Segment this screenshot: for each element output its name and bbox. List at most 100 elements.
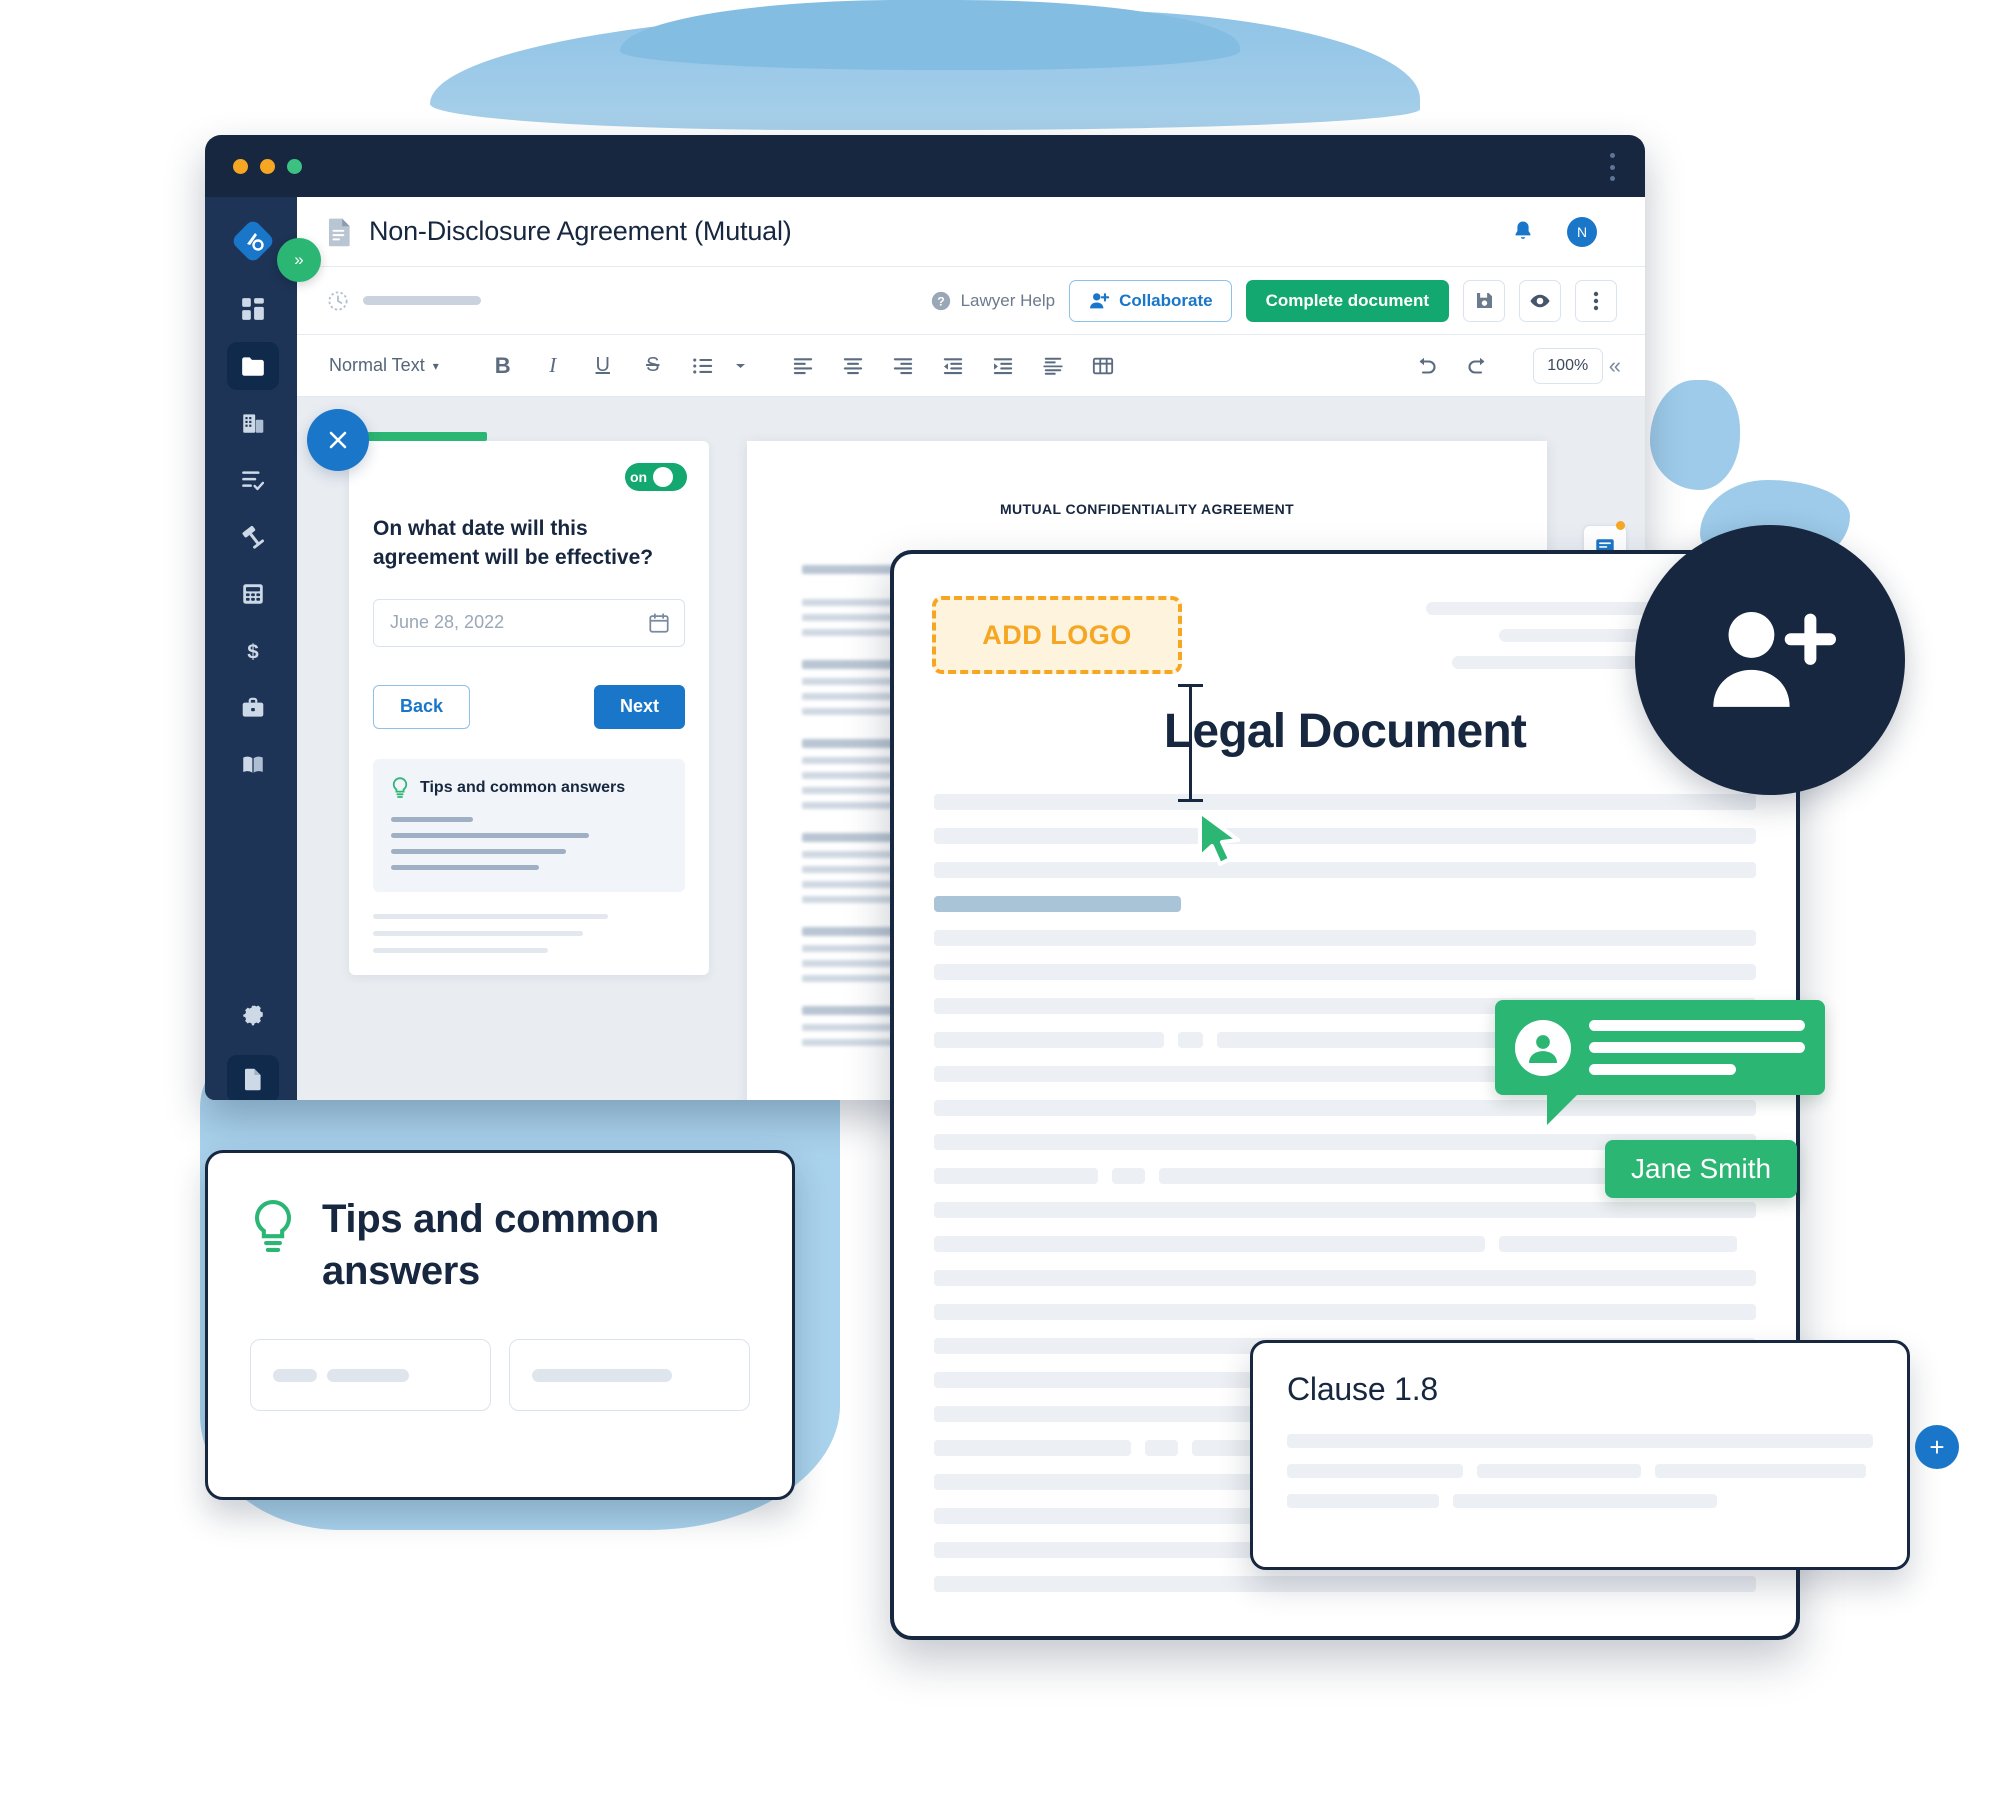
bell-icon[interactable] — [1511, 219, 1535, 243]
placeholder-bar — [273, 1368, 317, 1382]
sidebar-item-finance[interactable]: $ — [227, 627, 279, 675]
sidebar-item-documents[interactable] — [227, 342, 279, 390]
question-progress-bar — [367, 432, 487, 441]
tips-header: Tips and common answers — [391, 777, 667, 799]
collaborate-label: Collaborate — [1119, 290, 1213, 310]
tips-title: Tips and common answers — [420, 778, 626, 796]
italic-icon: I — [549, 353, 557, 377]
indent-decrease-button[interactable] — [931, 346, 975, 386]
sidebar-item-document[interactable] — [227, 1055, 279, 1100]
document-preview-heading: MUTUAL CONFIDENTIALITY AGREEMENT — [999, 501, 1295, 517]
list-options-button[interactable] — [731, 346, 751, 386]
avatar[interactable]: N — [1567, 217, 1597, 247]
gavel-icon — [242, 525, 265, 549]
tips-box[interactable]: Tips and common answers — [373, 758, 685, 892]
window-minimize-dot[interactable] — [260, 159, 275, 174]
sidebar-expand-label: » — [294, 250, 304, 269]
bulleted-list-button[interactable] — [681, 346, 725, 386]
save-button[interactable] — [1463, 279, 1505, 322]
calculator-icon — [243, 584, 263, 604]
progress-indicator — [327, 290, 916, 312]
sidebar-item-settings[interactable] — [227, 992, 279, 1040]
sidebar-item-company[interactable] — [227, 399, 279, 447]
sidebar-item-calculator[interactable] — [227, 570, 279, 618]
question-panel: on On what date will this agreement will… — [307, 409, 709, 975]
question-toggle-label: on — [630, 469, 648, 485]
add-logo-label: ADD LOGO — [982, 619, 1132, 650]
tips-card-options — [250, 1339, 750, 1411]
preview-button[interactable] — [1519, 279, 1561, 322]
collaborator-badge[interactable] — [1635, 525, 1905, 795]
document-action-bar: ? Lawyer Help Collaborate Complete docum… — [297, 267, 1645, 335]
sidebar-item-dashboard[interactable] — [227, 285, 279, 333]
insert-table-button[interactable] — [1081, 346, 1125, 386]
chevron-down-icon — [736, 363, 746, 368]
underline-icon: U — [595, 354, 610, 376]
bold-button[interactable]: B — [481, 346, 525, 386]
underline-button[interactable]: U — [581, 346, 625, 386]
clause-placeholder-lines — [1287, 1434, 1873, 1508]
undo-icon — [1419, 357, 1436, 374]
add-logo-dropzone[interactable]: ADD LOGO — [932, 596, 1182, 674]
align-right-button[interactable] — [881, 346, 925, 386]
folder-icon — [242, 357, 264, 376]
collapse-panel-icon[interactable]: « — [1609, 353, 1625, 379]
window-menu-icon[interactable] — [1609, 153, 1615, 181]
add-button[interactable]: + — [1915, 1425, 1959, 1469]
collaborate-button[interactable]: Collaborate — [1069, 279, 1232, 322]
clause-title: Clause 1.8 — [1287, 1371, 1438, 1407]
sidebar-item-tasks[interactable] — [227, 456, 279, 504]
screenshot-root: $ » Non-Disclosure Agreement (Mutual) N … — [0, 0, 2000, 1793]
undo-button[interactable] — [1405, 346, 1449, 386]
sidebar-item-legal[interactable] — [227, 513, 279, 561]
format-toolbar: Normal Text ▾ B I U S 100% « — [297, 335, 1645, 397]
question-navigation: Back Next — [373, 684, 685, 729]
indent-increase-button[interactable] — [981, 346, 1025, 386]
document-file-icon — [328, 218, 350, 246]
person-plus-icon — [1090, 292, 1110, 308]
mouse-pointer-icon — [1198, 810, 1240, 866]
briefcase-icon — [242, 697, 264, 717]
text-caret-icon — [1178, 684, 1203, 802]
redo-button[interactable] — [1455, 346, 1499, 386]
text-style-select[interactable]: Normal Text ▾ — [317, 355, 451, 376]
calendar-icon[interactable] — [648, 612, 670, 634]
window-maximize-dot[interactable] — [287, 159, 302, 174]
sidebar-expand-button[interactable]: » — [277, 238, 321, 282]
lightbulb-icon — [254, 1200, 292, 1252]
tips-option-2[interactable] — [509, 1339, 750, 1411]
sidebar: $ — [205, 197, 297, 1100]
zoom-level-select[interactable]: 100% — [1532, 347, 1603, 384]
book-icon — [243, 756, 263, 773]
align-left-button[interactable] — [781, 346, 825, 386]
question-toggle[interactable]: on — [625, 463, 687, 491]
gear-icon — [243, 1005, 263, 1026]
more-options-button[interactable] — [1575, 279, 1617, 322]
save-disk-icon — [1476, 292, 1492, 309]
close-x-icon — [329, 431, 347, 449]
clause-card: Clause 1.8 — [1250, 1340, 1910, 1570]
next-button[interactable]: Next — [593, 684, 685, 729]
app-logo-icon[interactable] — [231, 219, 275, 263]
comment-bubble[interactable] — [1495, 1000, 1825, 1125]
close-question-panel-button[interactable] — [307, 409, 369, 471]
align-left-icon — [793, 357, 812, 374]
next-label: Next — [619, 696, 659, 717]
tips-option-1[interactable] — [250, 1339, 491, 1411]
window-close-dot[interactable] — [233, 159, 248, 174]
page-break-button[interactable] — [1031, 346, 1075, 386]
strikethrough-button[interactable]: S — [631, 346, 675, 386]
indent-decrease-icon — [943, 357, 962, 374]
sidebar-item-library[interactable] — [227, 741, 279, 789]
person-avatar-icon — [1529, 1034, 1557, 1063]
toggle-knob — [653, 467, 674, 487]
complete-document-button[interactable]: Complete document — [1245, 279, 1449, 322]
align-center-button[interactable] — [831, 346, 875, 386]
lawyer-help-button[interactable]: ? Lawyer Help — [930, 290, 1055, 312]
back-button[interactable]: Back — [373, 684, 471, 729]
sidebar-item-briefcase[interactable] — [227, 684, 279, 732]
italic-button[interactable]: I — [531, 346, 575, 386]
effective-date-placeholder: June 28, 2022 — [390, 612, 505, 633]
add-label: + — [1929, 1431, 1945, 1462]
effective-date-input[interactable]: June 28, 2022 — [373, 598, 685, 647]
